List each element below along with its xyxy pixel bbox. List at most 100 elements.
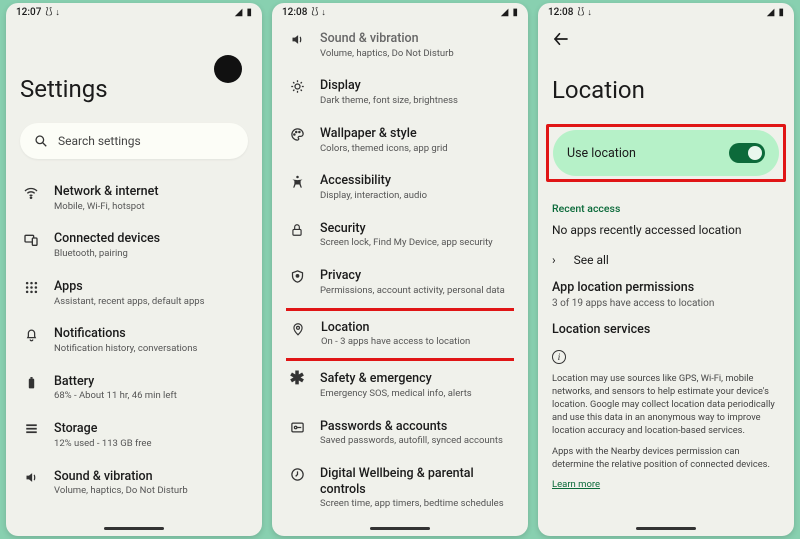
item-subtitle: Saved passwords, autofill, synced accoun… [320, 435, 512, 448]
status-time: 12:08 [282, 7, 307, 18]
item-title: Safety & emergency [320, 371, 512, 387]
settings-item-location[interactable]: LocationOn - 3 apps have access to locat… [287, 311, 513, 358]
settings-item-wallpaper-style[interactable]: Wallpaper & styleColors, themed icons, a… [286, 117, 514, 164]
status-bar: 12:08 ⟅⟆ ↓ ◢ ▮ [538, 3, 794, 20]
avatar[interactable] [214, 55, 242, 83]
item-title: Sound & vibration [54, 469, 246, 485]
location-services-label: Location services [552, 322, 780, 338]
download-icon: ↓ [55, 7, 60, 18]
palette-icon [288, 127, 306, 142]
download-icon: ↓ [587, 7, 592, 18]
page-title: Location [552, 76, 780, 104]
back-arrow-icon[interactable] [552, 20, 780, 48]
item-subtitle: Volume, haptics, Do Not Disturb [54, 485, 246, 498]
battery-status-icon: ▮ [512, 7, 518, 18]
settings-item-digital-wellbeing-parental-controls[interactable]: Digital Wellbeing & parental controlsScr… [286, 457, 514, 520]
recent-access-label: Recent access [552, 202, 780, 215]
item-subtitle: Colors, themed icons, app grid [320, 143, 512, 156]
location-services-row[interactable]: Location services [552, 322, 780, 338]
item-subtitle: Volume, haptics, Do Not Disturb [320, 48, 512, 61]
settings-scroll-screen: 12:08 ⟅⟆ ↓ ◢ ▮ Sound & vibrationVolume, … [272, 3, 528, 536]
settings-item-battery[interactable]: Battery68% - About 11 hr, 46 min left [20, 365, 248, 412]
settings-item-connected-devices[interactable]: Connected devicesBluetooth, pairing [20, 222, 248, 269]
home-indicator[interactable] [370, 527, 430, 530]
location-info-text-2: Apps with the Nearby devices permission … [552, 445, 780, 471]
item-title: Sound & vibration [320, 31, 512, 47]
item-subtitle: Emergency SOS, medical info, alerts [320, 388, 512, 401]
use-location-label: Use location [567, 146, 636, 161]
item-title: Digital Wellbeing & parental controls [320, 466, 512, 497]
item-title: Wallpaper & style [320, 126, 512, 142]
item-title: Passwords & accounts [320, 419, 512, 435]
item-subtitle: Notification history, conversations [54, 343, 246, 356]
settings-item-sound-vibration[interactable]: Sound & vibrationVolume, haptics, Do Not… [286, 22, 514, 69]
item-title: Security [320, 221, 512, 237]
see-all-row[interactable]: › See all [552, 253, 780, 267]
key-icon [288, 420, 306, 435]
settings-item-safety-emergency[interactable]: ✱ Safety & emergencyEmergency SOS, medica… [286, 362, 514, 409]
item-subtitle: Bluetooth, pairing [54, 248, 246, 261]
settings-item-security[interactable]: SecurityScreen lock, Find My Device, app… [286, 212, 514, 259]
page-title: Settings [20, 75, 248, 103]
item-subtitle: On - 3 apps have access to location [321, 336, 511, 349]
settings-item-storage[interactable]: Storage12% used - 113 GB free [20, 412, 248, 459]
item-title: Apps [54, 279, 246, 295]
nfc-icon: ⟅⟆ [577, 7, 584, 18]
battery-status-icon: ▮ [778, 7, 784, 18]
info-icon: i [552, 350, 566, 364]
perm-sub: 3 of 19 apps have access to location [552, 297, 780, 311]
status-left-icons: ⟅⟆ ↓ [45, 7, 60, 18]
settings-item-apps[interactable]: AppsAssistant, recent apps, default apps [20, 270, 248, 317]
display-icon [288, 79, 306, 94]
nfc-icon: ⟅⟆ [45, 7, 52, 18]
item-subtitle: 68% - About 11 hr, 46 min left [54, 390, 246, 403]
item-subtitle: Assistant, recent apps, default apps [54, 296, 246, 309]
settings-item-sound-vibration[interactable]: Sound & vibrationVolume, haptics, Do Not… [20, 460, 248, 507]
settings-item-notifications[interactable]: NotificationsNotification history, conve… [20, 317, 248, 364]
settings-item-google[interactable]: GGoogleServices & preferences [286, 520, 514, 523]
item-subtitle: Display, interaction, audio [320, 190, 512, 203]
app-location-permissions-row[interactable]: App location permissions 3 of 19 apps ha… [552, 280, 780, 310]
status-bar: 12:08 ⟅⟆ ↓ ◢ ▮ [272, 3, 528, 20]
settings-item-accessibility[interactable]: AccessibilityDisplay, interaction, audio [286, 164, 514, 211]
storage-icon [22, 422, 40, 436]
use-location-toggle[interactable] [729, 143, 765, 163]
item-title: Battery [54, 374, 246, 390]
battery-status-icon: ▮ [246, 7, 252, 18]
item-title: Display [320, 78, 512, 94]
settings-item-passwords-accounts[interactable]: Passwords & accountsSaved passwords, aut… [286, 410, 514, 457]
home-indicator[interactable] [636, 527, 696, 530]
chevron-right-icon: › [552, 253, 556, 267]
item-subtitle: Mobile, Wi-Fi, hotspot [54, 201, 246, 214]
status-left-icons: ⟅⟆ ↓ [311, 7, 326, 18]
bell-icon [22, 327, 40, 342]
settings-item-network-internet[interactable]: Network & internetMobile, Wi-Fi, hotspot [20, 175, 248, 222]
asterisk-icon: ✱ [288, 372, 306, 386]
home-indicator[interactable] [104, 527, 164, 530]
no-recent-apps-text: No apps recently accessed location [552, 223, 780, 237]
item-subtitle: 12% used - 113 GB free [54, 438, 246, 451]
learn-more-link[interactable]: Learn more [552, 479, 780, 490]
settings-item-display[interactable]: DisplayDark theme, font size, brightness [286, 69, 514, 116]
lock-icon [288, 222, 306, 238]
status-time: 12:08 [548, 7, 573, 18]
search-settings-bar[interactable]: Search settings [20, 123, 248, 159]
signal-icon: ◢ [767, 7, 775, 18]
use-location-row[interactable]: Use location [553, 130, 779, 176]
settings-item-privacy[interactable]: PrivacyPermissions, account activity, pe… [286, 259, 514, 306]
volume-icon [288, 32, 306, 47]
status-bar: 12:07 ⟅⟆ ↓ ◢ ▮ [6, 3, 262, 20]
signal-icon: ◢ [501, 7, 509, 18]
location-icon [289, 321, 307, 337]
status-time: 12:07 [16, 7, 41, 18]
item-subtitle: Permissions, account activity, personal … [320, 285, 512, 298]
nfc-icon: ⟅⟆ [311, 7, 318, 18]
location-screen: 12:08 ⟅⟆ ↓ ◢ ▮ Location Use location Rec… [538, 3, 794, 536]
item-title: Connected devices [54, 231, 246, 247]
status-left-icons: ⟅⟆ ↓ [577, 7, 592, 18]
devices-icon [22, 232, 40, 248]
download-icon: ↓ [321, 7, 326, 18]
wellbeing-icon [288, 467, 306, 482]
item-subtitle: Dark theme, font size, brightness [320, 95, 512, 108]
item-title: Notifications [54, 326, 246, 342]
